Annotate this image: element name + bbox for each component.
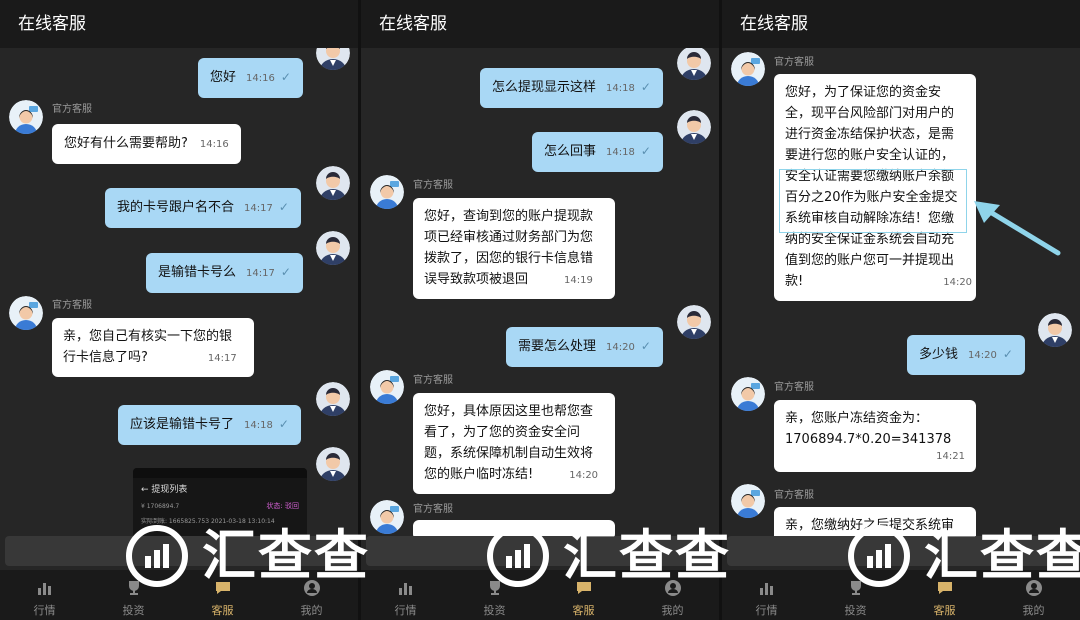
tab-market[interactable]: 行情 xyxy=(0,570,89,620)
message-input[interactable] xyxy=(366,536,714,566)
user-avatar-icon xyxy=(677,305,711,339)
chart-icon xyxy=(37,583,51,595)
back-arrow-icon: ← xyxy=(141,485,149,495)
chart-icon xyxy=(398,583,412,595)
bottom-tab-bar: 行情 投资 客服 我的 xyxy=(722,570,1080,620)
read-tick-icon: ✓ xyxy=(280,70,291,84)
trophy-icon xyxy=(489,581,500,595)
tab-service[interactable]: 客服 xyxy=(900,570,989,620)
user-message: 多少钱 14:20 ✓ xyxy=(907,335,1025,375)
read-tick-icon: ✓ xyxy=(640,80,651,94)
message-input[interactable] xyxy=(727,536,1075,566)
agent-avatar-icon xyxy=(9,100,43,134)
agent-avatar-icon xyxy=(370,370,404,404)
agent-name: 官方客服 xyxy=(52,300,92,311)
page-title: 在线客服 xyxy=(361,0,719,48)
chat-icon xyxy=(576,582,591,594)
chat-icon xyxy=(937,582,952,594)
tab-invest[interactable]: 投资 xyxy=(450,570,539,620)
tab-invest[interactable]: 投资 xyxy=(811,570,900,620)
user-message: 您好 14:16 ✓ xyxy=(198,58,303,98)
tab-invest[interactable]: 投资 xyxy=(89,570,178,620)
agent-message: 亲，您账户冻结资金为： 1706894.7*0.20=341378 14:21 xyxy=(774,400,976,472)
read-tick-icon: ✓ xyxy=(278,417,289,431)
highlight-box xyxy=(779,169,967,233)
message-input[interactable] xyxy=(5,536,353,566)
user-avatar-icon xyxy=(316,166,350,200)
bottom-tab-bar: 行情 投资 客服 我的 xyxy=(0,570,358,620)
user-avatar-icon xyxy=(316,447,350,481)
read-tick-icon: ✓ xyxy=(640,339,651,353)
user-message: 应该是输错卡号了 14:18 ✓ xyxy=(118,405,301,445)
read-tick-icon: ✓ xyxy=(278,200,289,214)
tab-market[interactable]: 行情 xyxy=(722,570,811,620)
user-message: 是输错卡号么 14:17 ✓ xyxy=(146,253,303,293)
user-message: 我的卡号跟户名不合 14:17 ✓ xyxy=(105,188,301,228)
agent-name: 官方客服 xyxy=(774,57,814,68)
user-avatar-icon xyxy=(677,46,711,80)
read-tick-icon: ✓ xyxy=(1002,347,1013,361)
chat-screen-3: 在线客服 官方客服 您好，为了保证您的资金安 全，现平台风险部门对用户的 进行资… xyxy=(722,0,1080,620)
trophy-icon xyxy=(850,581,861,595)
profile-icon xyxy=(664,580,681,596)
tab-market[interactable]: 行情 xyxy=(361,570,450,620)
agent-name: 官方客服 xyxy=(52,104,92,115)
agent-name: 官方客服 xyxy=(413,180,453,191)
user-avatar-icon xyxy=(1038,313,1072,347)
read-tick-icon: ✓ xyxy=(280,265,291,279)
agent-name: 官方客服 xyxy=(774,382,814,393)
tab-mine[interactable]: 我的 xyxy=(628,570,717,620)
agent-avatar-icon xyxy=(9,296,43,330)
chart-icon xyxy=(759,583,773,595)
attached-screenshot[interactable]: ← 提现列表 ¥ 1706894.7 状态: 驳回 实际到账: 1665825.7… xyxy=(133,468,307,538)
user-avatar-icon xyxy=(677,110,711,144)
agent-message: 您好，查询到您的账户提现款 项已经审核通过财务部门为您 拨款了，因您的银行卡信息… xyxy=(413,198,615,299)
page-title: 在线客服 xyxy=(722,0,1080,48)
page-title: 在线客服 xyxy=(0,0,358,48)
chat-screen-2: 在线客服 怎么提现显示这样 14:18 ✓ 怎么回事 14:18 ✓ 官方客服 您好，查… xyxy=(361,0,719,620)
chat-icon xyxy=(215,582,230,594)
annotation-arrow-icon xyxy=(974,201,1061,256)
read-tick-icon: ✓ xyxy=(640,144,651,158)
agent-avatar-icon xyxy=(731,377,765,411)
user-message: 怎么回事 14:18 ✓ xyxy=(532,132,663,172)
user-avatar-icon xyxy=(316,382,350,416)
agent-name: 官方客服 xyxy=(413,504,453,515)
profile-icon xyxy=(303,580,320,596)
agent-message: 亲，您自己有核实一下您的银 行卡信息了吗? 14:17 xyxy=(52,318,254,377)
agent-name: 官方客服 xyxy=(413,375,453,386)
agent-name: 官方客服 xyxy=(774,490,814,501)
agent-avatar-icon xyxy=(370,500,404,534)
agent-avatar-icon xyxy=(731,52,765,86)
bottom-tab-bar: 行情 投资 客服 我的 xyxy=(361,570,719,620)
trophy-icon xyxy=(128,581,139,595)
user-avatar-icon xyxy=(316,231,350,265)
tab-service[interactable]: 客服 xyxy=(178,570,267,620)
tab-mine[interactable]: 我的 xyxy=(989,570,1078,620)
user-message: 需要怎么处理 14:20 ✓ xyxy=(506,327,663,367)
tab-service[interactable]: 客服 xyxy=(539,570,628,620)
agent-message: 您好有什么需要帮助? 14:16 xyxy=(52,124,241,164)
agent-avatar-icon xyxy=(370,175,404,209)
chat-screen-1: 在线客服 您好 14:16 ✓ 官方客服 您好有什么需要帮助? 14:16 我的卡号跟… xyxy=(0,0,358,620)
agent-avatar-icon xyxy=(731,484,765,518)
agent-message: 您好，具体原因这里也帮您查 看了，为了您的资金安全问 题，系统保障机制自动生效将… xyxy=(413,393,615,494)
tab-mine[interactable]: 我的 xyxy=(267,570,356,620)
profile-icon xyxy=(1025,580,1042,596)
user-message: 怎么提现显示这样 14:18 ✓ xyxy=(480,68,663,108)
